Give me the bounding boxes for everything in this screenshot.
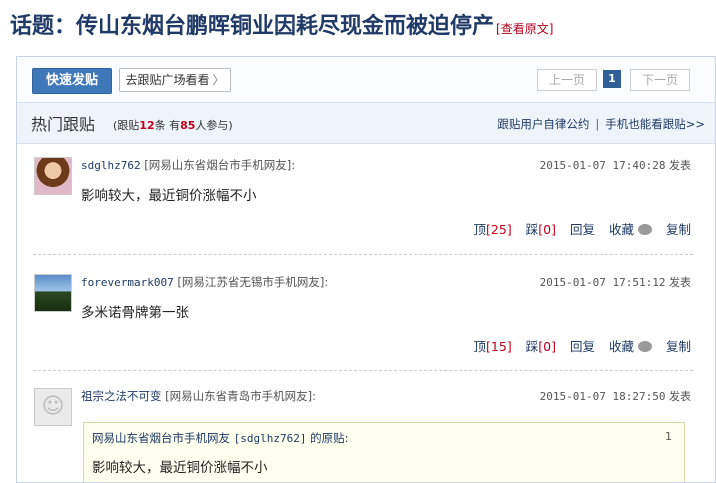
downvote-button[interactable]: 踩[0] (526, 219, 556, 238)
comment-content: 影响较大，最近铜价涨幅不小 (81, 188, 257, 204)
participant-count: 85 (180, 119, 196, 132)
divider (33, 254, 693, 255)
header-links: 跟贴用户自律公约 | 手机也能看跟贴>> (497, 116, 705, 132)
username-link[interactable]: forevermark007 (81, 276, 174, 289)
copy-button[interactable]: 复制 (666, 219, 691, 238)
comment-stats: (跟贴12条 有85人参与) (113, 119, 233, 132)
quick-post-button[interactable]: 快速发贴 (32, 68, 112, 94)
view-original-label[interactable]: 查看原文 (501, 22, 549, 36)
prev-page-button[interactable]: 上一页 (537, 69, 597, 91)
posted-label: 发表 (669, 159, 691, 172)
topic-header: 话题： 传山东烟台鹏晖铜业因耗尽现金而被迫停产 [查看原文] (10, 8, 553, 42)
posted-label: 发表 (669, 390, 691, 403)
view-original-link[interactable]: [查看原文] (496, 20, 553, 37)
comment-meta: 祖宗之法不可变 [网易山东省青岛市手机网友]: (81, 388, 316, 404)
next-page-button[interactable]: 下一页 (630, 69, 690, 91)
hot-comments-title: 热门跟贴 (31, 115, 96, 134)
link-separator: | (595, 117, 600, 131)
current-page-number[interactable]: 1 (603, 70, 621, 88)
downvote-count: [0] (538, 222, 556, 237)
reply-button[interactable]: 回复 (570, 336, 595, 355)
default-avatar-icon: ☺ (41, 394, 65, 419)
topic-prefix: 话题： (10, 13, 77, 39)
rules-link[interactable]: 跟贴用户自律公约 (497, 117, 589, 131)
comment-actions: 顶[25] 踩[0] 回复 收藏 复制 (460, 219, 691, 238)
post-time: 2015-01-07 18:27:50 发表 (540, 388, 691, 404)
timestamp: 2015-01-07 17:51:12 (539, 276, 666, 289)
divider (33, 370, 693, 371)
timestamp: 2015-01-07 18:27:50 (539, 390, 666, 403)
upvote-count: [25] (486, 222, 512, 237)
hot-comments-header: 热门跟贴 (跟贴12条 有85人参与) 跟贴用户自律公约 | 手机也能看跟贴>> (17, 102, 715, 144)
favorite-button[interactable]: 收藏 (609, 336, 652, 355)
posted-label: 发表 (669, 276, 691, 289)
user-location: [网易山东省青岛市手机网友]: (165, 389, 317, 403)
avatar[interactable] (34, 157, 72, 195)
quoted-post: 网易山东省烟台市手机网友 [sdglhz762] 的原贴: 1 影响较大，最近铜… (83, 422, 685, 482)
downvote-count: [0] (538, 339, 556, 354)
quote-floor-number: 1 (665, 430, 672, 443)
reply-button[interactable]: 回复 (570, 219, 595, 238)
user-location: [网易山东省烟台市手机网友]: (144, 158, 296, 172)
user-location: [网易江苏省无锡市手机网友]: (177, 275, 329, 289)
comments-toolbar: 快速发贴 去跟贴广场看看〉 上一页 1 下一页 (17, 57, 715, 102)
copy-button[interactable]: 复制 (666, 336, 691, 355)
comment-actions: 顶[15] 踩[0] 回复 收藏 复制 (460, 336, 691, 355)
favorite-button[interactable]: 收藏 (609, 219, 652, 238)
username-link[interactable]: sdglhz762 (81, 159, 141, 172)
speech-bubble-icon (637, 224, 652, 235)
mobile-link[interactable]: 手机也能看跟贴>> (605, 117, 705, 131)
timestamp: 2015-01-07 17:40:28 (539, 159, 666, 172)
post-time: 2015-01-07 17:40:28 发表 (540, 157, 691, 173)
comment-square-button[interactable]: 去跟贴广场看看〉 (119, 68, 231, 92)
quote-content: 影响较大，最近铜价涨幅不小 (92, 460, 268, 476)
comments-panel: 快速发贴 去跟贴广场看看〉 上一页 1 下一页 热门跟贴 (跟贴12条 有85人… (16, 56, 716, 483)
avatar[interactable]: ☺ (34, 388, 72, 426)
downvote-button[interactable]: 踩[0] (526, 336, 556, 355)
quote-username[interactable]: [sdglhz762] (234, 432, 307, 445)
topic-title: 传山东烟台鹏晖铜业因耗尽现金而被迫停产 (76, 13, 495, 39)
upvote-button[interactable]: 顶[25] (474, 219, 512, 238)
comment-meta: forevermark007 [网易江苏省无锡市手机网友]: (81, 274, 328, 290)
post-time: 2015-01-07 17:51:12 发表 (540, 274, 691, 290)
quote-header: 网易山东省烟台市手机网友 [sdglhz762] 的原贴: (92, 431, 349, 445)
upvote-button[interactable]: 顶[15] (474, 336, 512, 355)
upvote-count: [15] (486, 339, 512, 354)
username-link[interactable]: 祖宗之法不可变 (81, 389, 162, 403)
quote-source: 网易山东省烟台市手机网友 (92, 431, 230, 445)
comment-content: 多米诺骨牌第一张 (81, 305, 189, 321)
avatar[interactable] (34, 274, 72, 312)
comment-square-label: 去跟贴广场看看 (125, 73, 210, 87)
chevron-right-icon: 〉 (212, 73, 225, 87)
reply-count: 12 (139, 119, 155, 132)
speech-bubble-icon (637, 341, 652, 352)
comment-meta: sdglhz762 [网易山东省烟台市手机网友]: (81, 157, 295, 173)
